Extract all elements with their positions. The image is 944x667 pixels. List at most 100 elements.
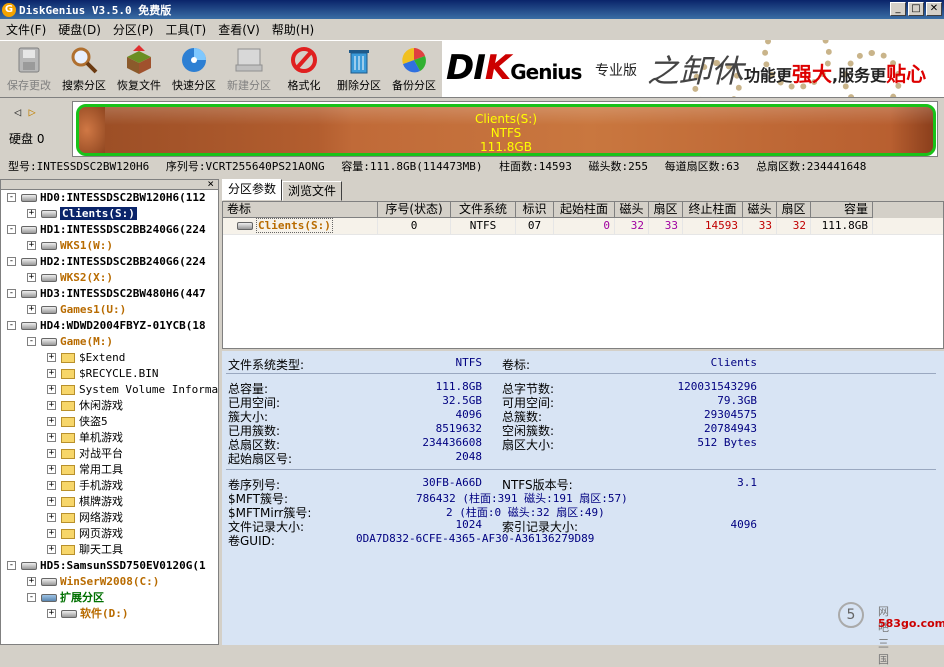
tree-node[interactable]: + 网页游戏 (1, 526, 218, 542)
table-row[interactable]: Clients(S:) 0 NTFS 07 0 32 33 14593 33 3… (223, 218, 943, 235)
maximize-button[interactable]: □ (908, 2, 924, 16)
col-end-cylinder[interactable]: 终止柱面 (683, 202, 743, 218)
tab-browse-files[interactable]: 浏览文件 (282, 181, 343, 201)
tree-node[interactable]: - HD5:SamsunSSD750EV0120G(1 (1, 558, 218, 574)
tab-partition-params[interactable]: 分区参数 (222, 179, 283, 201)
tree-node[interactable]: + 软件(D:) (1, 606, 218, 622)
collapse-icon[interactable]: - (7, 321, 16, 330)
close-button[interactable]: ✕ (926, 2, 942, 16)
tree-node[interactable]: + WKS2(X:) (1, 270, 218, 286)
collapse-icon[interactable]: - (7, 561, 16, 570)
expand-icon[interactable]: + (47, 433, 56, 442)
tree-node[interactable]: - HD4:WDWD2004FBYZ-01YCB(18 (1, 318, 218, 334)
tree-node[interactable]: + 侠盗5 (1, 414, 218, 430)
expand-icon[interactable]: + (27, 273, 36, 282)
collapse-icon[interactable]: - (7, 257, 16, 266)
tree-node[interactable]: + WKS1(W:) (1, 238, 218, 254)
tree-node[interactable]: - HD3:INTESSDSC2BW480H6(447 (1, 286, 218, 302)
expand-icon[interactable]: + (27, 241, 36, 250)
expand-icon[interactable]: + (47, 465, 56, 474)
tree-node[interactable]: - HD0:INTESSDSC2BW120H6(112 (1, 190, 218, 206)
tree-node[interactable]: + $RECYCLE.BIN (1, 366, 218, 382)
col-start-head[interactable]: 磁头 (615, 202, 649, 218)
expand-icon[interactable]: + (47, 481, 56, 490)
expand-icon[interactable]: + (47, 513, 56, 522)
menu-disk[interactable]: 硬盘(D) (52, 21, 107, 38)
tree-node[interactable]: + 聊天工具 (1, 542, 218, 558)
tree-node[interactable]: + $Extend (1, 350, 218, 366)
save-changes-button[interactable]: 保存更改 (2, 45, 56, 97)
search-partition-button[interactable]: 搜索分区 (57, 45, 111, 97)
tree-node[interactable]: + 休闲游戏 (1, 398, 218, 414)
expand-icon[interactable]: + (47, 609, 56, 618)
backup-partition-button[interactable]: 备份分区 (387, 45, 441, 97)
col-id[interactable]: 标识 (516, 202, 554, 218)
partition-icon (41, 578, 57, 586)
edition-label: 专业版 (595, 63, 637, 79)
cell-end-cylinder: 14593 (683, 218, 743, 234)
col-capacity[interactable]: 容量 (811, 202, 873, 218)
expand-icon[interactable]: + (47, 449, 56, 458)
menu-partition[interactable]: 分区(P) (107, 21, 160, 38)
tree-node[interactable]: + 对战平台 (1, 446, 218, 462)
col-volume-label[interactable]: 卷标 (223, 202, 378, 218)
tree-node-label: HD1:INTESSDSC2BB240G6(224 (40, 223, 206, 236)
menu-view[interactable]: 查看(V) (212, 21, 266, 38)
delete-partition-button[interactable]: 删除分区 (332, 45, 386, 97)
tree-node[interactable]: + 网络游戏 (1, 510, 218, 526)
expand-icon[interactable]: + (47, 497, 56, 506)
collapse-icon[interactable]: - (27, 593, 36, 602)
tree-node[interactable]: + 常用工具 (1, 462, 218, 478)
expand-icon[interactable]: + (27, 305, 36, 314)
new-partition-button[interactable]: 新建分区 (222, 45, 276, 97)
tree-node-label: 单机游戏 (79, 431, 123, 444)
tree-node[interactable]: + Clients(S:) (1, 206, 218, 222)
tree-node[interactable]: + System Volume Informati (1, 382, 218, 398)
quick-partition-button[interactable]: 快速分区 (167, 45, 221, 97)
close-panel-icon[interactable]: × (207, 180, 214, 190)
col-end-sector[interactable]: 扇区 (777, 202, 811, 218)
tree-node[interactable]: - HD2:INTESSDSC2BB240G6(224 (1, 254, 218, 270)
disk-info-line: 型号:INTESSDSC2BW120H6 序列号:VCRT255640PS21A… (0, 158, 944, 176)
format-button[interactable]: 格式化 (277, 45, 331, 97)
free-space-value: 79.3GB (717, 394, 757, 407)
expand-icon[interactable]: + (47, 401, 56, 410)
tree-node[interactable]: + 棋牌游戏 (1, 494, 218, 510)
expand-icon[interactable]: + (27, 209, 36, 218)
expand-icon[interactable]: + (47, 545, 56, 554)
col-start-sector[interactable]: 扇区 (649, 202, 683, 218)
tree-node[interactable]: - Game(M:) (1, 334, 218, 350)
expand-icon[interactable]: + (47, 369, 56, 378)
promo-banner[interactable]: DIKGenius 专业版 之卸休 功能更强大,服务更贴心 (442, 40, 944, 97)
col-filesystem[interactable]: 文件系统 (451, 202, 516, 218)
menu-tools[interactable]: 工具(T) (160, 21, 213, 38)
minimize-button[interactable]: _ (890, 2, 906, 16)
menu-help[interactable]: 帮助(H) (266, 21, 320, 38)
collapse-icon[interactable]: - (7, 289, 16, 298)
collapse-icon[interactable]: - (7, 225, 16, 234)
expand-icon[interactable]: + (47, 529, 56, 538)
collapse-icon[interactable]: - (7, 193, 16, 202)
expand-icon[interactable]: + (47, 353, 56, 362)
tree-node[interactable]: - HD1:INTESSDSC2BB240G6(224 (1, 222, 218, 238)
tree-node[interactable]: + 单机游戏 (1, 430, 218, 446)
tree-node[interactable]: - 扩展分区 (1, 590, 218, 606)
col-index-status[interactable]: 序号(状态) (378, 202, 451, 218)
recover-files-button[interactable]: 恢复文件 (112, 45, 166, 97)
prev-disk-icon[interactable]: ◁ (14, 105, 21, 119)
disk-nav-arrows[interactable]: ◁ ▷ (14, 105, 36, 119)
tree-node-label: 侠盗5 (79, 415, 108, 428)
tree-node[interactable]: + Games1(U:) (1, 302, 218, 318)
expand-icon[interactable]: + (47, 417, 56, 426)
col-start-cylinder[interactable]: 起始柱面 (554, 202, 615, 218)
menu-file[interactable]: 文件(F) (0, 21, 52, 38)
collapse-icon[interactable]: - (27, 337, 36, 346)
tree-node[interactable]: + WinSerW2008(C:) (1, 574, 218, 590)
tree-node[interactable]: + 手机游戏 (1, 478, 218, 494)
next-disk-icon[interactable]: ▷ (28, 105, 35, 119)
expand-icon[interactable]: + (47, 385, 56, 394)
partition-table: 卷标 序号(状态) 文件系统 标识 起始柱面 磁头 扇区 终止柱面 磁头 扇区 … (222, 201, 944, 349)
col-end-head[interactable]: 磁头 (743, 202, 777, 218)
partition-block[interactable]: Clients(S:) NTFS 111.8GB (76, 104, 936, 156)
expand-icon[interactable]: + (27, 577, 36, 586)
